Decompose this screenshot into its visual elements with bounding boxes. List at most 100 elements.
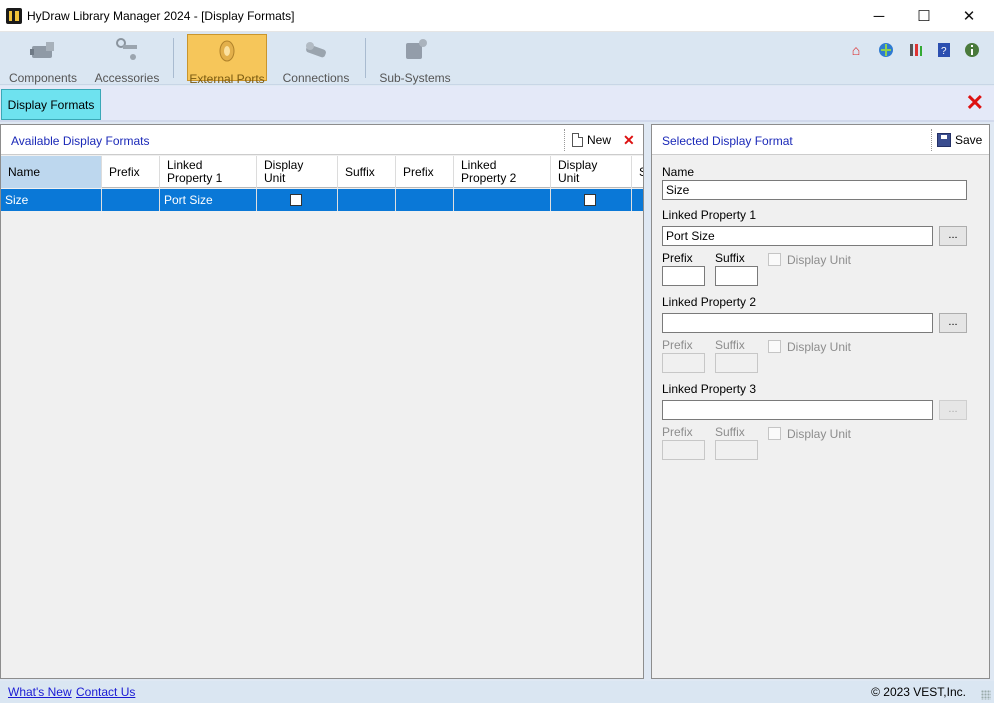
document-tab-bar: Display Formats ✕ xyxy=(0,86,994,122)
cell-suffix-2[interactable] xyxy=(632,189,643,211)
delete-button[interactable]: ✕ xyxy=(623,131,635,149)
header-separator xyxy=(564,129,565,151)
contact-us-link[interactable]: Contact Us xyxy=(76,685,135,699)
suffix-1-field[interactable] xyxy=(715,266,758,286)
format-form: Name Size Linked Property 1 Port Size ..… xyxy=(652,156,989,678)
display-unit-2-checkbox[interactable] xyxy=(584,194,596,206)
window-title: HyDraw Library Manager 2024 - [Display F… xyxy=(27,9,295,23)
toolbar-connections-label: Connections xyxy=(282,71,350,85)
prefix-1-field[interactable] xyxy=(662,266,705,286)
column-header-linked-property-2[interactable]: Linked Property 2 xyxy=(454,156,551,188)
name-field[interactable]: Size xyxy=(662,180,967,200)
suffix-2-field[interactable] xyxy=(715,353,758,373)
home-icon[interactable]: ⌂ xyxy=(847,41,865,59)
linked-property-3-field[interactable] xyxy=(662,400,933,420)
column-header-prefix-2[interactable]: Prefix xyxy=(396,156,454,188)
close-tab-icon[interactable]: ✕ xyxy=(966,92,984,114)
toolbar-sub-systems-button[interactable]: Sub-Systems xyxy=(376,34,454,85)
suffix-3-label: Suffix xyxy=(715,425,745,439)
copyright-text: © 2023 VEST,Inc. xyxy=(871,685,966,699)
toolbar-components-button[interactable]: Components xyxy=(4,34,82,85)
display-unit-1-label: Display Unit xyxy=(787,253,852,267)
cell-prefix-2[interactable] xyxy=(396,189,454,211)
toolbar-external-ports-button[interactable]: External Ports xyxy=(187,34,267,86)
whats-new-link[interactable]: What's New xyxy=(8,685,72,699)
available-formats-panel: Available Display Formats New ✕ Name Pre… xyxy=(0,124,644,679)
tab-display-formats[interactable]: Display Formats xyxy=(1,89,101,120)
toolbar-accessories-button[interactable]: Accessories xyxy=(92,34,162,85)
new-document-icon xyxy=(572,133,583,147)
cell-prefix[interactable] xyxy=(102,189,160,211)
linked-property-1-label: Linked Property 1 xyxy=(662,208,757,222)
linked-property-2-browse-button[interactable]: ... xyxy=(939,313,967,333)
resize-grip-icon[interactable] xyxy=(981,690,991,700)
status-bar: What's New Contact Us © 2023 VEST,Inc. xyxy=(0,681,994,703)
accessories-icon xyxy=(116,38,137,60)
cell-name[interactable]: Size xyxy=(1,189,102,211)
prefix-3-label: Prefix xyxy=(662,425,693,439)
toolbar-connections-button[interactable]: Connections xyxy=(277,34,355,85)
linked-property-1-field[interactable]: Port Size xyxy=(662,226,933,246)
toolbar-separator xyxy=(173,38,174,78)
prefix-3-field[interactable] xyxy=(662,440,705,460)
column-header-linked-property-1[interactable]: Linked Property 1 xyxy=(160,156,257,188)
column-header-display-unit-2[interactable]: Display Unit xyxy=(551,156,632,188)
display-unit-checkbox[interactable] xyxy=(290,194,302,206)
prefix-2-label: Prefix xyxy=(662,338,693,352)
tools-icon[interactable] xyxy=(907,41,925,59)
display-unit-2-checkbox[interactable] xyxy=(768,340,781,353)
column-header-name[interactable]: Name xyxy=(1,156,102,188)
toolbar-accessories-label: Accessories xyxy=(94,71,160,85)
cell-display-unit-2[interactable] xyxy=(551,189,632,211)
web-update-icon[interactable] xyxy=(877,41,895,59)
right-panel-header: Selected Display Format Save xyxy=(652,125,989,155)
cell-display-unit[interactable] xyxy=(257,189,338,211)
cell-suffix[interactable] xyxy=(338,189,396,211)
prefix-2-field[interactable] xyxy=(662,353,705,373)
formats-grid: Name Prefix Linked Property 1 Display Un… xyxy=(1,156,643,678)
external-ports-icon xyxy=(219,40,235,62)
sub-systems-icon xyxy=(406,39,427,59)
grid-header: Name Prefix Linked Property 1 Display Un… xyxy=(1,156,643,188)
display-unit-3-label: Display Unit xyxy=(787,427,852,441)
left-panel-title: Available Display Formats xyxy=(11,134,150,148)
new-button[interactable]: New xyxy=(572,131,611,149)
app-logo-icon xyxy=(6,8,22,24)
cell-linked-property-2[interactable] xyxy=(454,189,551,211)
linked-property-3-label: Linked Property 3 xyxy=(662,382,757,396)
title-bar: HyDraw Library Manager 2024 - [Display F… xyxy=(0,0,994,32)
linked-property-2-field[interactable] xyxy=(662,313,933,333)
save-button[interactable]: Save xyxy=(937,131,982,149)
linked-property-1-browse-button[interactable]: ... xyxy=(939,226,967,246)
left-panel-header: Available Display Formats New ✕ xyxy=(1,125,643,155)
delete-icon: ✕ xyxy=(623,131,635,148)
header-separator xyxy=(931,129,932,151)
info-icon[interactable] xyxy=(963,41,981,59)
selected-format-panel: Selected Display Format Save Name Size L… xyxy=(651,124,990,679)
minimize-button[interactable]: ─ xyxy=(856,0,902,32)
main-toolbar: Components Accessories External Ports Co… xyxy=(0,32,994,86)
close-button[interactable]: ✕ xyxy=(946,0,992,32)
suffix-3-field[interactable] xyxy=(715,440,758,460)
svg-text:?: ? xyxy=(941,46,947,57)
display-unit-2-label: Display Unit xyxy=(787,340,852,354)
help-book-icon[interactable]: ? xyxy=(935,41,953,59)
table-row[interactable]: Size Port Size xyxy=(1,189,643,211)
maximize-button[interactable]: ☐ xyxy=(901,0,947,32)
prefix-1-label: Prefix xyxy=(662,251,693,265)
toolbar-external-ports-label: External Ports xyxy=(189,72,265,86)
cell-linked-property-1[interactable]: Port Size xyxy=(160,189,257,211)
display-unit-1-checkbox[interactable] xyxy=(768,253,781,266)
right-panel-title: Selected Display Format xyxy=(662,134,793,148)
save-button-label: Save xyxy=(955,133,983,147)
suffix-1-label: Suffix xyxy=(715,251,745,265)
column-header-suffix[interactable]: Suffix xyxy=(338,156,396,188)
column-header-display-unit[interactable]: Display Unit xyxy=(257,156,338,188)
display-unit-3-checkbox[interactable] xyxy=(768,427,781,440)
linked-property-3-browse-button[interactable]: ... xyxy=(939,400,967,420)
name-label: Name xyxy=(662,165,695,179)
linked-property-2-label: Linked Property 2 xyxy=(662,295,757,309)
column-header-suffix-2[interactable]: S xyxy=(632,156,643,188)
toolbar-sub-systems-label: Sub-Systems xyxy=(379,71,451,85)
column-header-prefix[interactable]: Prefix xyxy=(102,156,160,188)
